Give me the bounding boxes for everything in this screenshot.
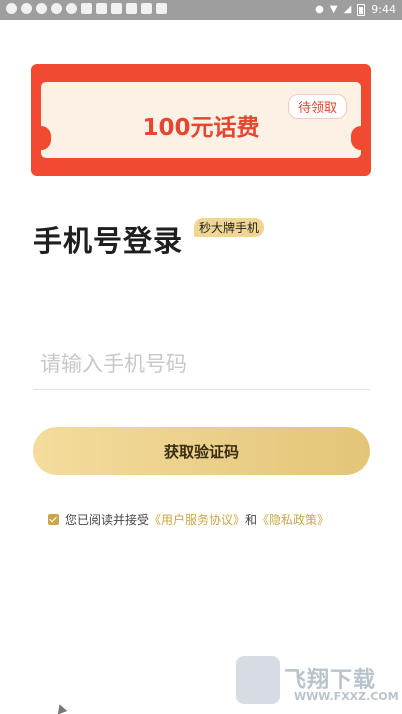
coupon-card: 100元话费 待领取	[31, 82, 371, 158]
page-title: 手机号登录	[33, 224, 184, 258]
app-icon	[141, 3, 152, 14]
app-icon	[96, 3, 107, 14]
agreement-and: 和	[245, 513, 258, 527]
input-divider	[33, 389, 370, 390]
app-icon	[81, 3, 92, 14]
app-icon	[126, 3, 137, 14]
signal-icon: ◢	[343, 4, 352, 15]
notification-icon	[36, 3, 47, 14]
cursor-icon	[54, 702, 68, 714]
notification-icon	[51, 3, 62, 14]
agreement-checkbox[interactable]	[48, 514, 59, 525]
privacy-policy-link[interactable]: 《隐私政策》	[257, 511, 329, 528]
status-notification-icons	[6, 3, 167, 14]
app-icon	[156, 3, 167, 14]
battery-icon	[357, 4, 366, 16]
watermark: 飞翔下载 WWW.FXXZ.COM	[236, 656, 399, 708]
coupon-status-badge: 待领取	[287, 94, 347, 119]
notification-icon	[6, 3, 17, 14]
status-bar: ● ▼ ◢ 9:44	[0, 0, 402, 20]
status-time: 9:44	[371, 3, 396, 16]
agreement-row: 您已阅读并接受 《用户服务协议》 和 《隐私政策》	[48, 511, 329, 528]
status-system-icons: ● ▼ ◢ 9:44	[315, 2, 396, 18]
watermark-logo-icon	[236, 656, 280, 704]
coupon-banner[interactable]: 100元话费 待领取	[31, 64, 371, 176]
get-code-button[interactable]: 获取验证码	[33, 427, 370, 475]
user-agreement-link[interactable]: 《用户服务协议》	[149, 511, 245, 528]
agreement-prefix: 您已阅读并接受	[65, 513, 150, 527]
phone-input[interactable]	[40, 344, 370, 384]
location-icon: ●	[315, 4, 324, 15]
wifi-icon: ▼	[329, 4, 338, 15]
notification-icon	[21, 3, 32, 14]
app-icon	[111, 3, 122, 14]
watermark-url: WWW.FXXZ.COM	[294, 690, 399, 703]
notification-icon	[66, 3, 77, 14]
promo-tag: 秒大牌手机	[194, 218, 265, 237]
